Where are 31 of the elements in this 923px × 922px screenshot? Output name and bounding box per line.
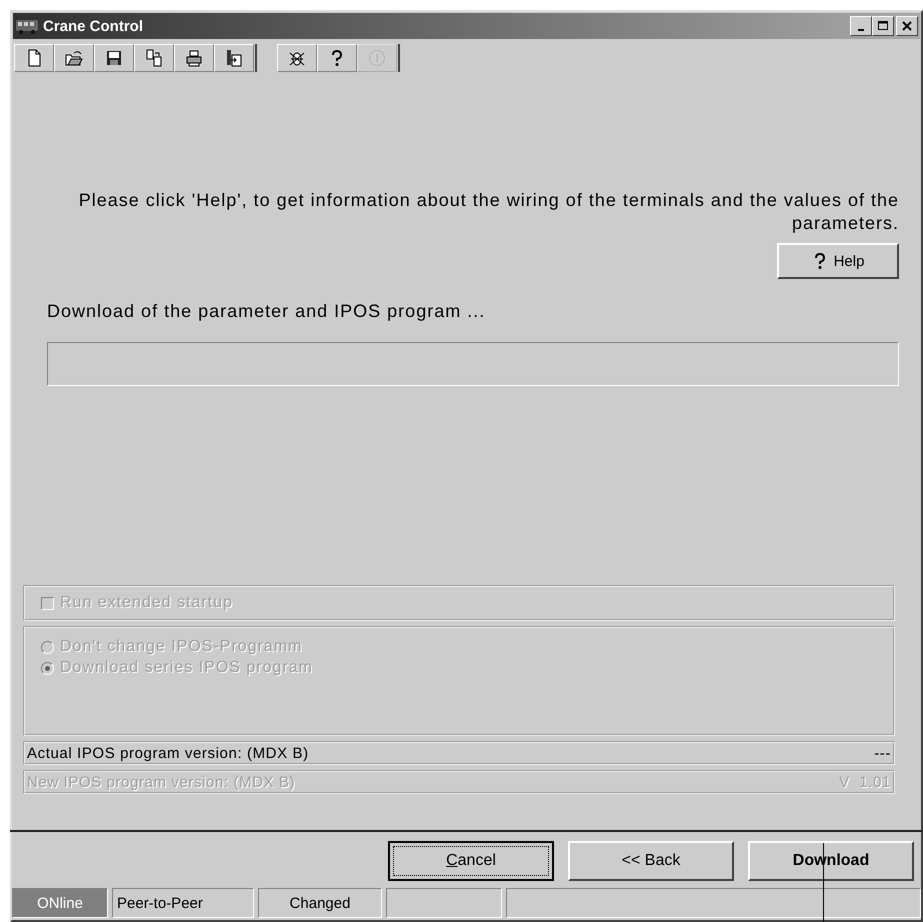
toolbar-button[interactable] — [14, 44, 54, 72]
printer-icon — [185, 49, 203, 67]
toolbar-button[interactable] — [214, 44, 254, 72]
toolbar-button[interactable] — [277, 44, 317, 72]
toolbar-button[interactable] — [94, 44, 134, 72]
minimize-button[interactable] — [850, 16, 872, 36]
status-panel: ONline — [12, 888, 108, 918]
dialog-button[interactable]: << Back — [568, 841, 734, 881]
help-button[interactable]: Help — [777, 243, 899, 279]
progress-label: Download of the parameter and IPOS program ... — [47, 301, 486, 322]
version-value: --- — [874, 744, 891, 762]
status-panel: Peer-to-Peer — [112, 888, 254, 918]
status-panel: Changed — [258, 888, 382, 918]
minimize-icon — [858, 29, 864, 31]
close-button[interactable] — [896, 16, 918, 36]
version-label: Actual IPOS program version: (MDX B) — [27, 744, 309, 762]
window-title: Crane Control — [43, 18, 144, 34]
copy-icon — [145, 49, 163, 67]
toolbar-button[interactable] — [317, 44, 357, 72]
toolbar-button[interactable] — [54, 44, 94, 72]
maximize-icon — [877, 20, 889, 32]
bus-icon — [15, 18, 39, 34]
dialog-button[interactable]: Cancel — [388, 841, 554, 881]
instruction-text: Please click 'Help', to get information about the wiring of the terminals and the values of the parameters. — [78, 189, 899, 235]
toolbar-button[interactable] — [174, 44, 214, 72]
folder-icon — [65, 49, 83, 67]
info-icon — [368, 49, 386, 67]
close-icon — [901, 20, 913, 32]
toolbar-button[interactable] — [134, 44, 174, 72]
maximize-button[interactable] — [872, 16, 894, 36]
export-icon — [225, 49, 243, 67]
